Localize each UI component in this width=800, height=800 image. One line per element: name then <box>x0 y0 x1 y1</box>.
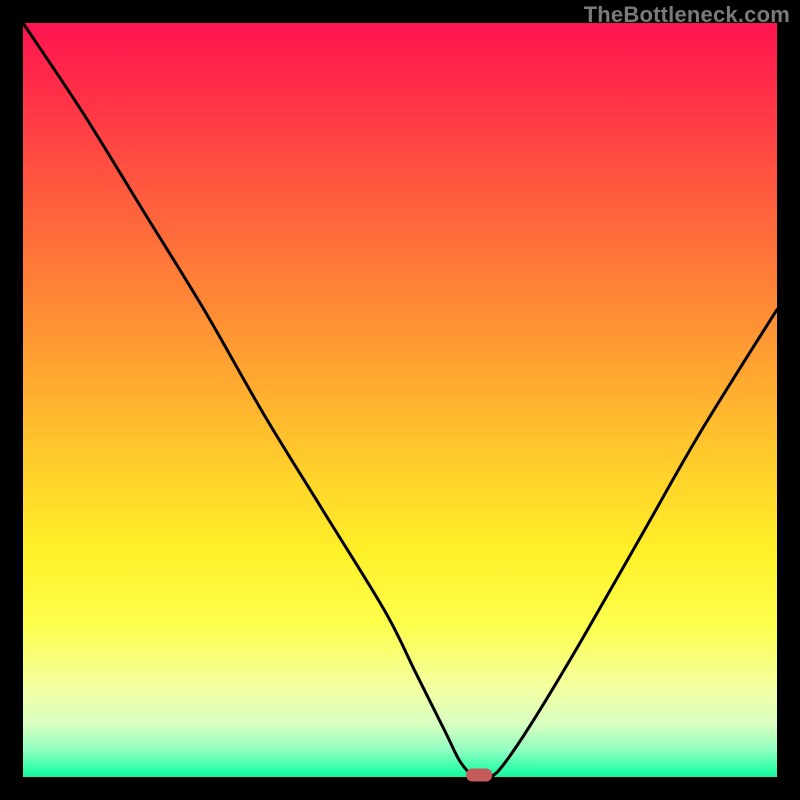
optimal-marker <box>466 769 492 782</box>
bottleneck-chart-svg <box>0 0 800 800</box>
chart-frame: TheBottleneck.com <box>0 0 800 800</box>
plot-area <box>23 23 777 777</box>
watermark-text: TheBottleneck.com <box>584 2 790 28</box>
